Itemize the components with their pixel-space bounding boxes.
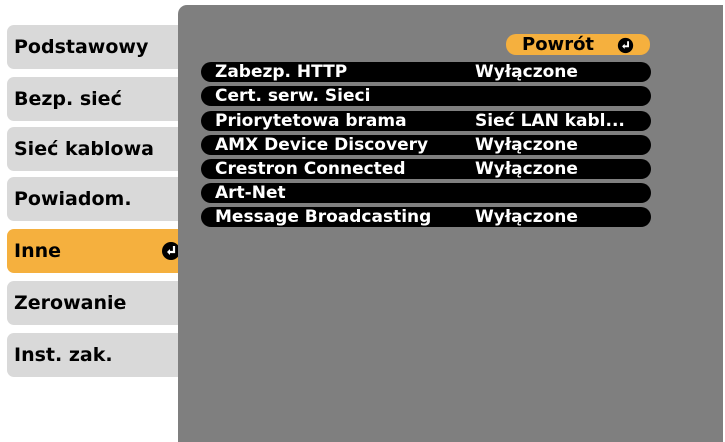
sidebar-item-zerowanie[interactable]: Zerowanie	[7, 281, 188, 325]
menu-item-label: Message Broadcasting	[215, 207, 432, 227]
sidebar-item-inne[interactable]: Inne	[7, 229, 189, 273]
menu-item-value: Wyłączone	[475, 62, 578, 82]
menu-item-label: Art-Net	[215, 183, 286, 203]
sidebar-item-label: Powiadom.	[14, 188, 132, 210]
back-button-label: Powrót	[522, 34, 595, 55]
menu-item-art-net[interactable]: Art-Net	[201, 183, 651, 203]
sidebar-item-label: Inne	[14, 240, 62, 262]
sidebar-item-label: Podstawowy	[14, 36, 149, 58]
menu-item-label: AMX Device Discovery	[215, 135, 429, 155]
menu-item-priorytetowa-brama[interactable]: Priorytetowa brama Sieć LAN kabl...	[201, 111, 651, 131]
menu-item-message-broadcasting[interactable]: Message Broadcasting Wyłączone	[201, 207, 651, 227]
sidebar-item-powiadom[interactable]: Powiadom.	[7, 177, 188, 221]
menu-item-label: Zabezp. HTTP	[215, 62, 348, 82]
sidebar-item-label: Zerowanie	[14, 292, 127, 314]
menu-item-label: Priorytetowa brama	[215, 111, 407, 131]
menu-item-value: Sieć LAN kabl...	[475, 111, 625, 131]
sidebar-item-label: Bezp. sieć	[14, 88, 122, 110]
menu-item-crestron-connected[interactable]: Crestron Connected Wyłączone	[201, 159, 651, 179]
sidebar-item-podstawowy[interactable]: Podstawowy	[7, 25, 188, 69]
sidebar-item-label: Inst. zak.	[14, 344, 113, 366]
back-button[interactable]: Powrót	[506, 34, 650, 55]
menu-item-amx-device-discovery[interactable]: AMX Device Discovery Wyłączone	[201, 135, 651, 155]
enter-icon	[617, 37, 634, 54]
menu-item-value: Wyłączone	[475, 135, 578, 155]
menu-item-label: Cert. serw. Sieci	[215, 86, 371, 106]
menu-item-value: Wyłączone	[475, 159, 578, 179]
sidebar-item-label: Sieć kablowa	[14, 138, 154, 160]
menu-item-cert-serw-sieci[interactable]: Cert. serw. Sieci	[201, 86, 651, 106]
sidebar-item-inst-zak[interactable]: Inst. zak.	[7, 333, 188, 377]
menu-item-value: Wyłączone	[475, 207, 578, 227]
menu-item-label: Crestron Connected	[215, 159, 406, 179]
menu-item-zabezp-http[interactable]: Zabezp. HTTP Wyłączone	[201, 62, 651, 82]
sidebar-item-bezp-siec[interactable]: Bezp. sieć	[7, 77, 188, 121]
sidebar-item-siec-kablowa[interactable]: Sieć kablowa	[7, 127, 188, 171]
